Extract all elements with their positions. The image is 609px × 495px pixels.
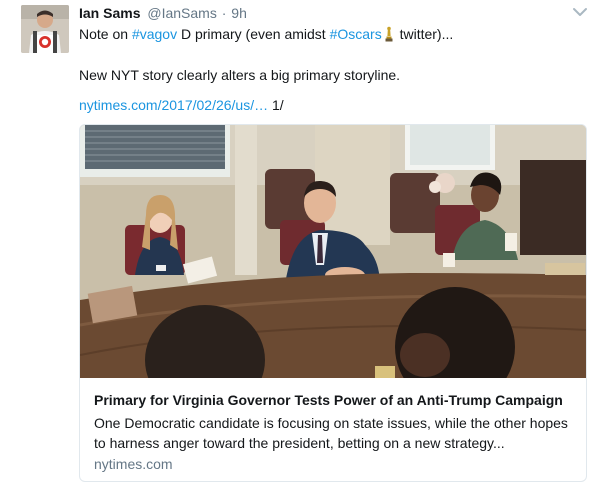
card-domain: nytimes.com xyxy=(94,456,173,472)
tweet-timestamp[interactable]: 9h xyxy=(231,5,247,21)
tweet-text-segment: Note on xyxy=(79,26,132,42)
hashtag-vagov[interactable]: #vagov xyxy=(132,26,177,42)
tweet-text-line-1: Note on #vagov D primary (even amidst #O… xyxy=(79,25,453,43)
oscar-statuette-icon xyxy=(385,26,393,42)
tweet-header: Ian Sams @IanSams · 9h xyxy=(79,4,247,22)
separator-dot: · xyxy=(221,5,227,21)
thread-marker: 1/ xyxy=(268,97,284,113)
card-image xyxy=(80,125,586,378)
card-description: One Democratic candidate is focusing on … xyxy=(94,415,568,451)
link-preview-card[interactable]: Primary for Virginia Governor Tests Powe… xyxy=(79,124,587,482)
author-name[interactable]: Ian Sams xyxy=(79,5,140,21)
tweet-text-line-3: nytimes.com/2017/02/26/us/… 1/ xyxy=(79,96,284,114)
tweet-text-line-2: New NYT story clearly alters a big prima… xyxy=(79,67,401,83)
tweet-text-segment: twitter)... xyxy=(395,26,454,42)
hashtag-oscars[interactable]: #Oscars xyxy=(330,26,382,42)
tweet[interactable]: Ian Sams @IanSams · 9h Note on #vagov D … xyxy=(0,0,609,495)
chevron-down-icon[interactable] xyxy=(572,6,588,18)
card-title[interactable]: Primary for Virginia Governor Tests Powe… xyxy=(94,391,563,409)
avatar[interactable] xyxy=(21,5,69,53)
author-handle[interactable]: @IanSams xyxy=(147,5,216,21)
article-link[interactable]: nytimes.com/2017/02/26/us/… xyxy=(79,97,268,113)
tweet-text-segment: D primary (even amidst xyxy=(177,26,330,42)
